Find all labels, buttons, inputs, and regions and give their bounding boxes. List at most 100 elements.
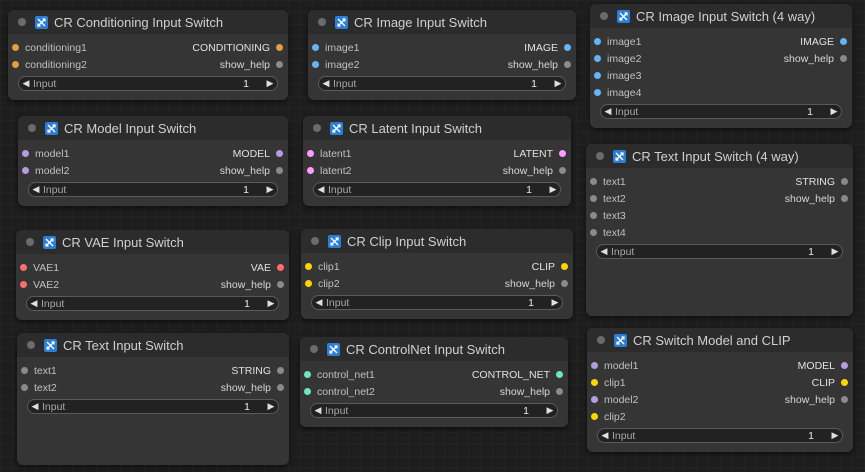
collapse-toggle[interactable] bbox=[310, 345, 318, 353]
output-slot-show-help[interactable]: show_help bbox=[503, 165, 566, 177]
node-title-bar[interactable]: CR Clip Input Switch bbox=[301, 229, 573, 253]
decrement-arrow-icon[interactable]: ◀ bbox=[314, 184, 328, 195]
increment-arrow-icon[interactable]: ▶ bbox=[263, 184, 277, 195]
collapse-toggle[interactable] bbox=[318, 18, 326, 26]
input-selector-widget[interactable]: ◀ Input 1 ▶ bbox=[310, 403, 558, 418]
increment-arrow-icon[interactable]: ▶ bbox=[548, 297, 562, 308]
slot-dot[interactable] bbox=[22, 150, 29, 157]
input-selector-widget[interactable]: ◀ Input 1 ▶ bbox=[596, 244, 843, 259]
node-cr-controlnet-input-switch[interactable]: CR ControlNet Input Switch control_net1 … bbox=[300, 337, 568, 427]
node-cr-latent-input-switch[interactable]: CR Latent Input Switch latent1 LATENT la… bbox=[303, 116, 571, 206]
decrement-arrow-icon[interactable]: ◀ bbox=[29, 184, 43, 195]
node-title-bar[interactable]: CR Image Input Switch (4 way) bbox=[590, 4, 852, 28]
slot-dot[interactable] bbox=[305, 263, 312, 270]
collapse-toggle[interactable] bbox=[597, 336, 605, 344]
output-slot-show-help[interactable]: show_help bbox=[500, 386, 563, 398]
slot-dot[interactable] bbox=[590, 212, 597, 219]
input-slot-text2[interactable]: text2 bbox=[21, 382, 57, 394]
slot-dot[interactable] bbox=[590, 195, 597, 202]
decrement-arrow-icon[interactable]: ◀ bbox=[311, 405, 325, 416]
slot-dot[interactable] bbox=[841, 362, 848, 369]
increment-arrow-icon[interactable]: ▶ bbox=[263, 78, 277, 89]
decrement-arrow-icon[interactable]: ◀ bbox=[319, 78, 333, 89]
input-slot-clip2[interactable]: clip2 bbox=[305, 278, 340, 290]
node-cr-image-input-switch[interactable]: CR Image Input Switch image1 IMAGE image… bbox=[308, 10, 576, 100]
node-title-bar[interactable]: CR ControlNet Input Switch bbox=[300, 337, 568, 361]
node-title-bar[interactable]: CR Text Input Switch bbox=[17, 333, 289, 357]
slot-dot[interactable] bbox=[305, 280, 312, 287]
input-slot-image4[interactable]: image4 bbox=[594, 87, 641, 99]
output-slot-string[interactable]: STRING bbox=[231, 365, 284, 377]
slot-dot[interactable] bbox=[561, 280, 568, 287]
input-slot-clip2[interactable]: clip2 bbox=[591, 411, 626, 423]
slot-dot[interactable] bbox=[307, 150, 314, 157]
slot-dot[interactable] bbox=[12, 44, 19, 51]
output-slot-show-help[interactable]: show_help bbox=[785, 394, 848, 406]
collapse-toggle[interactable] bbox=[27, 341, 35, 349]
output-slot-show-help[interactable]: show_help bbox=[221, 382, 284, 394]
slot-dot[interactable] bbox=[556, 388, 563, 395]
slot-dot[interactable] bbox=[277, 384, 284, 391]
output-slot-vae[interactable]: VAE bbox=[251, 262, 284, 274]
node-cr-text-input-switch[interactable]: CR Text Input Switch text1 STRING text2 … bbox=[17, 333, 289, 465]
input-slot-model1[interactable]: model1 bbox=[22, 148, 69, 160]
slot-dot[interactable] bbox=[312, 44, 319, 51]
input-slot-conditioning1[interactable]: conditioning1 bbox=[12, 42, 87, 54]
output-slot-show-help[interactable]: show_help bbox=[220, 165, 283, 177]
input-slot-vae1[interactable]: VAE1 bbox=[20, 262, 59, 274]
collapse-toggle[interactable] bbox=[311, 237, 319, 245]
slot-dot[interactable] bbox=[564, 61, 571, 68]
input-selector-widget[interactable]: ◀ Input 1 ▶ bbox=[311, 295, 563, 310]
slot-dot[interactable] bbox=[276, 61, 283, 68]
input-slot-text3[interactable]: text3 bbox=[590, 210, 626, 222]
node-title-bar[interactable]: CR Conditioning Input Switch bbox=[8, 10, 288, 34]
output-slot-control-net[interactable]: CONTROL_NET bbox=[472, 369, 563, 381]
slot-dot[interactable] bbox=[21, 367, 28, 374]
slot-dot[interactable] bbox=[277, 367, 284, 374]
slot-dot[interactable] bbox=[841, 396, 848, 403]
slot-dot[interactable] bbox=[277, 264, 284, 271]
slot-dot[interactable] bbox=[276, 44, 283, 51]
output-slot-show-help[interactable]: show_help bbox=[785, 193, 848, 205]
slot-dot[interactable] bbox=[841, 379, 848, 386]
collapse-toggle[interactable] bbox=[28, 124, 36, 132]
node-title-bar[interactable]: CR Image Input Switch bbox=[308, 10, 576, 34]
slot-dot[interactable] bbox=[561, 263, 568, 270]
input-selector-widget[interactable]: ◀ Input 1 ▶ bbox=[313, 182, 561, 197]
slot-dot[interactable] bbox=[591, 362, 598, 369]
input-slot-text1[interactable]: text1 bbox=[590, 176, 626, 188]
output-slot-show-help[interactable]: show_help bbox=[508, 59, 571, 71]
increment-arrow-icon[interactable]: ▶ bbox=[264, 298, 278, 309]
slot-dot[interactable] bbox=[276, 167, 283, 174]
slot-dot[interactable] bbox=[22, 167, 29, 174]
slot-dot[interactable] bbox=[304, 371, 311, 378]
increment-arrow-icon[interactable]: ▶ bbox=[827, 106, 841, 117]
input-slot-image2[interactable]: image2 bbox=[312, 59, 359, 71]
node-title-bar[interactable]: CR Model Input Switch bbox=[18, 116, 288, 140]
slot-dot[interactable] bbox=[564, 44, 571, 51]
output-slot-latent[interactable]: LATENT bbox=[514, 148, 566, 160]
decrement-arrow-icon[interactable]: ◀ bbox=[28, 401, 42, 412]
collapse-toggle[interactable] bbox=[26, 238, 34, 246]
node-title-bar[interactable]: CR Latent Input Switch bbox=[303, 116, 571, 140]
slot-dot[interactable] bbox=[20, 264, 27, 271]
slot-dot[interactable] bbox=[840, 55, 847, 62]
output-slot-image[interactable]: IMAGE bbox=[524, 42, 571, 54]
input-slot-control-net1[interactable]: control_net1 bbox=[304, 369, 375, 381]
decrement-arrow-icon[interactable]: ◀ bbox=[601, 106, 615, 117]
increment-arrow-icon[interactable]: ▶ bbox=[543, 405, 557, 416]
slot-dot[interactable] bbox=[277, 281, 284, 288]
slot-dot[interactable] bbox=[590, 229, 597, 236]
node-title-bar[interactable]: CR Text Input Switch (4 way) bbox=[586, 144, 853, 168]
slot-dot[interactable] bbox=[594, 38, 601, 45]
increment-arrow-icon[interactable]: ▶ bbox=[551, 78, 565, 89]
slot-dot[interactable] bbox=[841, 178, 848, 185]
node-cr-image-input-switch-4-way[interactable]: CR Image Input Switch (4 way) image1 IMA… bbox=[590, 4, 852, 128]
slot-dot[interactable] bbox=[590, 178, 597, 185]
output-slot-conditioning[interactable]: CONDITIONING bbox=[192, 42, 283, 54]
input-selector-widget[interactable]: ◀ Input 1 ▶ bbox=[27, 399, 279, 414]
input-slot-image3[interactable]: image3 bbox=[594, 70, 641, 82]
decrement-arrow-icon[interactable]: ◀ bbox=[597, 246, 611, 257]
slot-dot[interactable] bbox=[304, 388, 311, 395]
input-slot-latent2[interactable]: latent2 bbox=[307, 165, 352, 177]
